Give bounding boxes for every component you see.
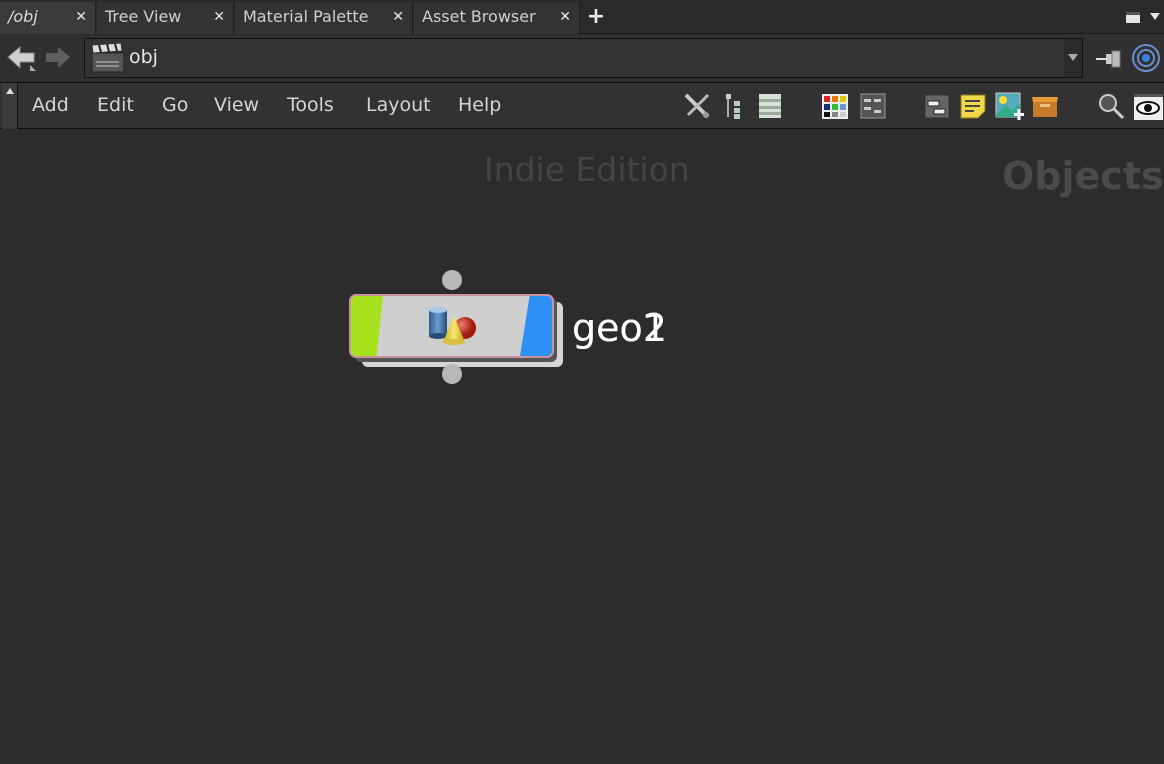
color-palette-icon[interactable] [820,91,850,121]
tab-label: Material Palette [243,7,369,26]
collapse-toolbar-button[interactable] [2,83,18,129]
menu-help[interactable]: Help [458,94,501,116]
list-icon[interactable] [756,91,786,121]
tab-material-palette[interactable]: Material Palette ✕ [235,2,413,34]
search-icon[interactable] [1096,91,1126,121]
close-icon[interactable]: ✕ [75,2,87,32]
path-text: obj [129,46,158,68]
back-arrow-icon[interactable] [6,45,36,73]
navigation-bar: obj [0,35,1164,81]
node-label-geo2[interactable]: geo2 [572,306,667,350]
tab-obj[interactable]: /obj ✕ [0,2,96,34]
close-icon[interactable]: ✕ [559,2,571,32]
tab-label: Asset Browser [422,7,536,26]
maximize-pane-icon[interactable] [1126,12,1140,23]
network-link-icon[interactable] [1130,43,1162,73]
menu-edit[interactable]: Edit [97,94,134,116]
context-watermark: Objects [1002,154,1164,198]
pane-menu-dropdown-icon[interactable] [1150,13,1160,20]
path-bar[interactable]: obj [84,38,1083,78]
close-icon[interactable]: ✕ [213,2,225,32]
forward-arrow-icon[interactable] [44,45,72,71]
menu-go[interactable]: Go [162,94,188,116]
parameters-icon[interactable] [858,91,888,121]
tab-asset-browser[interactable]: Asset Browser ✕ [414,2,580,34]
menu-tools[interactable]: Tools [287,94,334,116]
menu-bar: Add Edit Go View Tools Layout Help [0,82,1164,129]
add-tab-button[interactable]: + [586,2,606,32]
template-flag[interactable] [351,296,383,356]
edition-watermark: Indie Edition [484,150,690,189]
display-flag[interactable] [520,296,552,356]
tree-icon[interactable] [722,91,752,121]
tab-tree-view[interactable]: Tree View ✕ [97,2,234,34]
menu-add[interactable]: Add [32,94,69,116]
wrench-icon[interactable] [682,91,712,121]
network-box-icon[interactable] [922,91,952,121]
asset-box-icon[interactable] [1030,91,1060,121]
pane-tab-bar: /obj ✕ Tree View ✕ Material Palette ✕ As… [0,0,1164,34]
sticky-note-icon[interactable] [958,91,988,121]
menu-layout[interactable]: Layout [366,94,431,116]
path-dropdown-button[interactable] [1064,39,1082,77]
tab-label: Tree View [105,7,182,26]
node-output-connector[interactable] [442,364,462,384]
close-icon[interactable]: ✕ [392,2,404,32]
geometry-node-icon [429,307,476,345]
eye-icon[interactable] [1133,91,1163,121]
tab-label: /obj [8,7,38,26]
node-geo1[interactable] [349,294,554,358]
pin-icon[interactable] [1096,49,1124,69]
menu-view[interactable]: View [214,94,259,116]
network-editor-canvas[interactable]: Indie Edition Objects geo1 geo2 [0,130,1164,764]
node-input-connector[interactable] [442,270,462,290]
clapperboard-icon [91,43,125,73]
background-image-icon[interactable] [994,91,1024,121]
